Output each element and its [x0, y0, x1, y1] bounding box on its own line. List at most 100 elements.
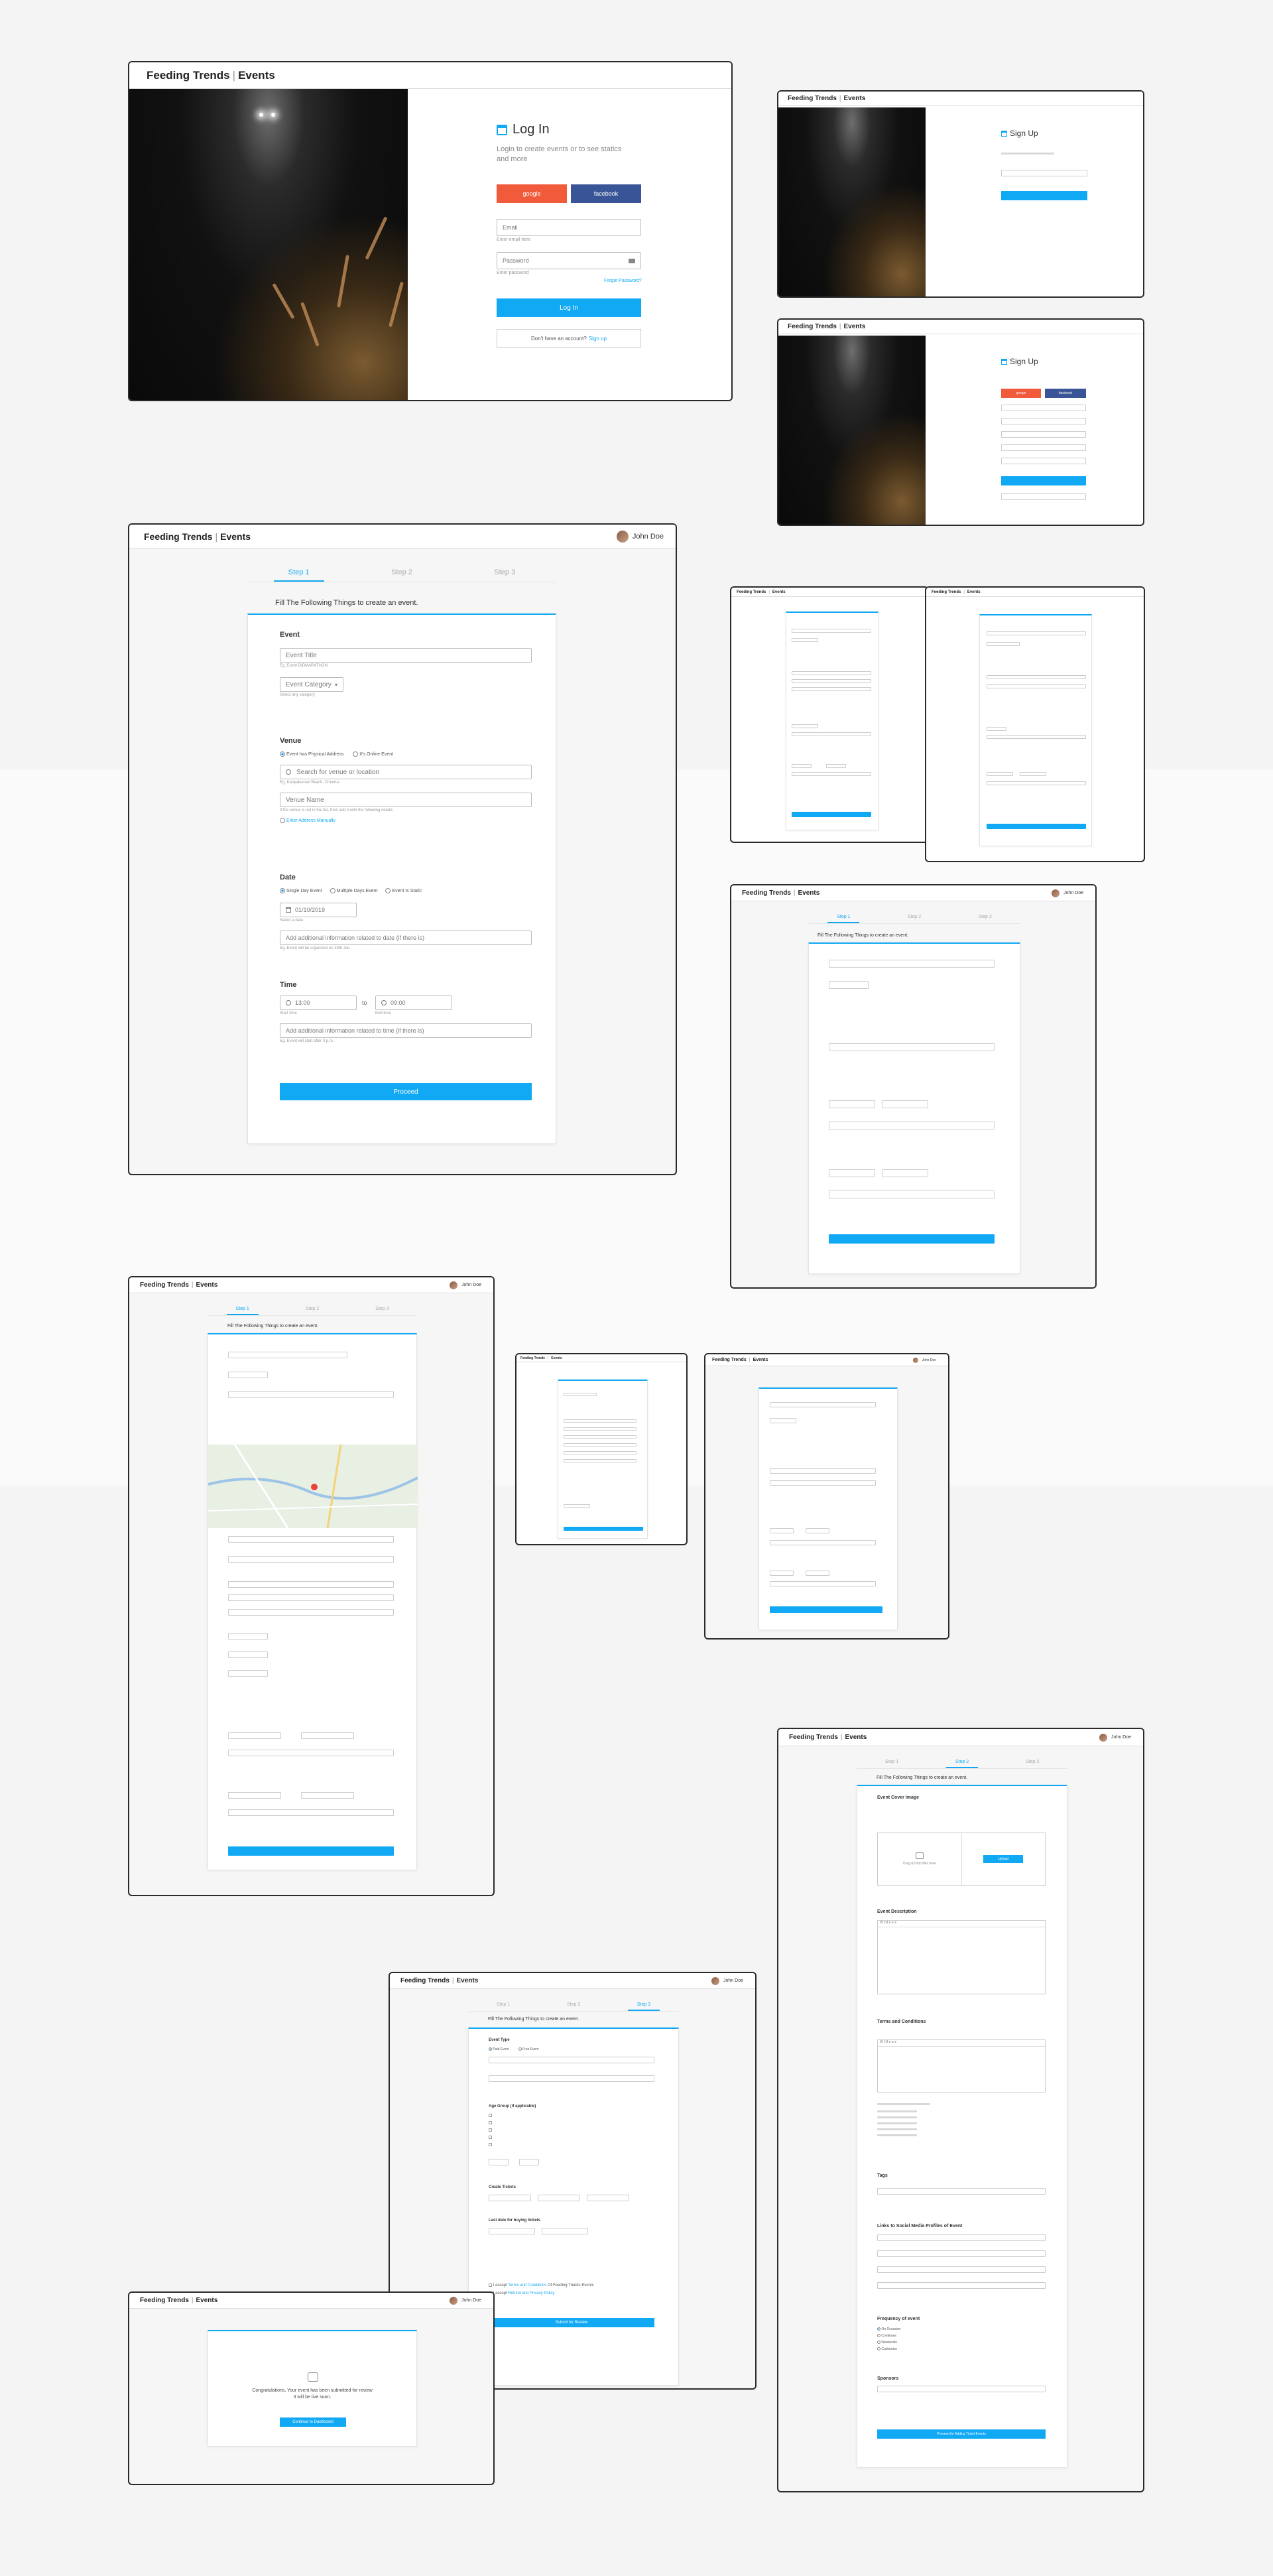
age-checkbox[interactable] — [489, 2121, 492, 2124]
brand-logo[interactable]: Feeding Trends | Events — [147, 69, 275, 82]
refund-accept-row[interactable]: I accept Refund and Privacy Policy — [489, 2291, 554, 2295]
login-title: Log In — [513, 122, 550, 137]
facebook-login-button[interactable]: facebook — [571, 184, 641, 203]
proceed-button[interactable] — [228, 1846, 394, 1856]
user-menu[interactable]: John Doe — [616, 530, 664, 543]
signup-next-button[interactable] — [1001, 191, 1087, 200]
refund-link[interactable]: Refund and Privacy Policy — [508, 2291, 554, 2295]
age-group-title: Age Group (if applicable) — [489, 2104, 536, 2108]
editor-toolbar[interactable]: B I U ≡ ≡ ≡ — [878, 1921, 1045, 1927]
proceed-ticket-button[interactable]: Proceed for Adding Ticket Events — [877, 2429, 1046, 2439]
multiple-days-radio[interactable]: Multiple Days Event — [330, 888, 377, 893]
editor-toolbar[interactable]: B I U ≡ ≡ ≡ — [878, 2040, 1045, 2047]
form-card: Event Cover Image Drag & Drop files here… — [857, 1785, 1067, 2468]
date-extra-field[interactable]: Add additional information related to da… — [280, 931, 532, 945]
login-submit-button[interactable]: Log In — [497, 298, 641, 317]
password-field[interactable]: Password — [497, 252, 641, 269]
single-day-radio[interactable]: Single Day Event — [280, 888, 322, 893]
static-event-radio[interactable]: Event Is Static — [385, 888, 422, 893]
age-checkbox[interactable] — [489, 2114, 492, 2117]
header: Feeding Trends | Events — [926, 588, 1144, 597]
email-field[interactable] — [1001, 170, 1087, 176]
end-time-field[interactable]: 09:00 — [375, 996, 452, 1010]
venue-name-field[interactable]: Venue Name — [280, 793, 532, 807]
frequency-option[interactable]: Customize — [877, 2346, 900, 2352]
venue-physical-radio[interactable]: Event has Physical Address — [280, 751, 343, 757]
concert-photo — [129, 89, 408, 400]
submit-review-button[interactable]: Submit for Review — [489, 2318, 654, 2327]
venue-map[interactable] — [208, 1445, 418, 1528]
tab-step-1[interactable]: Step 1 — [273, 564, 324, 582]
start-time-value: 13:00 — [295, 999, 310, 1006]
add-address-link[interactable]: Enter Address Manually — [280, 818, 335, 823]
age-checkbox[interactable] — [489, 2136, 492, 2139]
form-card — [786, 612, 879, 830]
create-event-step1-screen: Feeding Trends | Events John Doe Step 1 St… — [128, 523, 677, 1175]
event-title-hint: Eg. Event DIDMARATHON — [280, 664, 328, 668]
form-card — [808, 942, 1020, 1274]
continue-dashboard-button[interactable]: Continue to Dashboard — [280, 2417, 346, 2427]
sponsors-input[interactable] — [877, 2386, 1046, 2392]
proceed-button[interactable] — [792, 812, 871, 817]
proceed-button[interactable]: Proceed — [280, 1083, 532, 1100]
header: Feeding Trends | Events — [516, 1354, 686, 1362]
terms-accept-row[interactable]: I accept Terms and Conditions Of Feeding… — [489, 2284, 594, 2287]
step1-variant-d: Feeding Trends | Events — [515, 1353, 688, 1545]
tab-step-2[interactable]: Step 2 — [377, 564, 427, 582]
event-type-options: Paid Event Free Event — [489, 2047, 538, 2051]
date-picker-field[interactable]: 01/10/2019 — [280, 903, 357, 917]
paid-event-radio[interactable]: Paid Event — [489, 2047, 509, 2051]
proceed-button[interactable] — [829, 1234, 995, 1244]
login-subtitle: Login to create events or to see statics… — [497, 145, 622, 163]
search-icon — [286, 769, 291, 775]
tags-input[interactable] — [877, 2188, 1046, 2195]
proceed-button[interactable] — [987, 824, 1086, 829]
description-editor[interactable]: B I U ≡ ≡ ≡ — [877, 1920, 1046, 1994]
login-title-row: Log In — [497, 122, 550, 137]
upload-icon — [915, 1852, 924, 1859]
form-card — [558, 1380, 648, 1539]
header: Feeding Trends | Events John Doe — [390, 1973, 755, 1989]
email-field[interactable]: Email — [497, 219, 641, 236]
event-category-select[interactable]: Event Category ▾ — [280, 677, 343, 692]
age-group-options — [489, 2114, 492, 2146]
event-title-field[interactable]: Event Title — [280, 648, 532, 663]
form-card — [208, 1333, 418, 1870]
concert-photo — [778, 336, 926, 525]
party-icon — [308, 2372, 318, 2382]
frequency-option[interactable]: Weekends — [877, 2339, 900, 2346]
venue-online-radio[interactable]: It's Online Event — [353, 751, 393, 757]
free-event-radio[interactable]: Free Event — [518, 2047, 538, 2051]
cover-upload-box[interactable]: Drag & Drop files here Upload — [877, 1833, 1046, 1886]
form-card — [979, 614, 1092, 846]
terms-editor[interactable]: B I U ≡ ≡ ≡ — [877, 2039, 1046, 2093]
google-signup-button[interactable]: google — [1001, 389, 1041, 398]
signup-screen-2: Feeding Trends | Events Sign Up google fac… — [777, 318, 1144, 526]
facebook-signup-button[interactable]: facebook — [1045, 389, 1086, 398]
tab-step-3[interactable]: Step 3 — [479, 564, 530, 582]
forgot-password-link[interactable]: Forgot Password? — [604, 279, 642, 283]
show-password-icon[interactable] — [629, 258, 635, 263]
venue-search-field[interactable]: Search for venue or location — [280, 765, 532, 779]
event-form-card: Event Event Title Eg. Event DIDMARATHON … — [247, 613, 556, 1144]
terms-title: Terms and Conditions — [877, 2020, 926, 2024]
terms-link[interactable]: Terms and Conditions — [508, 2284, 546, 2287]
calendar-icon — [1001, 130, 1007, 137]
end-time-value: 09:00 — [391, 999, 406, 1006]
start-time-field[interactable]: 13:00 — [280, 996, 357, 1010]
age-checkbox[interactable] — [489, 2128, 492, 2132]
signup-link[interactable]: Sign up — [589, 336, 607, 342]
frequency-option[interactable]: On Occasion — [877, 2326, 900, 2333]
password-hint: Enter password — [497, 271, 529, 275]
header: Feeding Trends | Events — [129, 62, 731, 89]
signup-submit-button[interactable] — [1001, 476, 1086, 485]
signup-title-text: Sign Up — [1010, 129, 1038, 138]
step1-variant-e: Feeding Trends | Events John Doe — [704, 1353, 949, 1640]
upload-button[interactable]: Upload — [983, 1855, 1024, 1863]
login-screen: Feeding Trends | Events Log In Login to cr… — [128, 61, 733, 401]
time-extra-field[interactable]: Add additional information related to ti… — [280, 1023, 532, 1038]
google-login-button[interactable]: google — [497, 184, 567, 203]
social-links-title: Links to Social Media Profiles of Event — [877, 2224, 963, 2228]
age-checkbox[interactable] — [489, 2143, 492, 2146]
frequency-option[interactable]: Continues — [877, 2333, 900, 2339]
